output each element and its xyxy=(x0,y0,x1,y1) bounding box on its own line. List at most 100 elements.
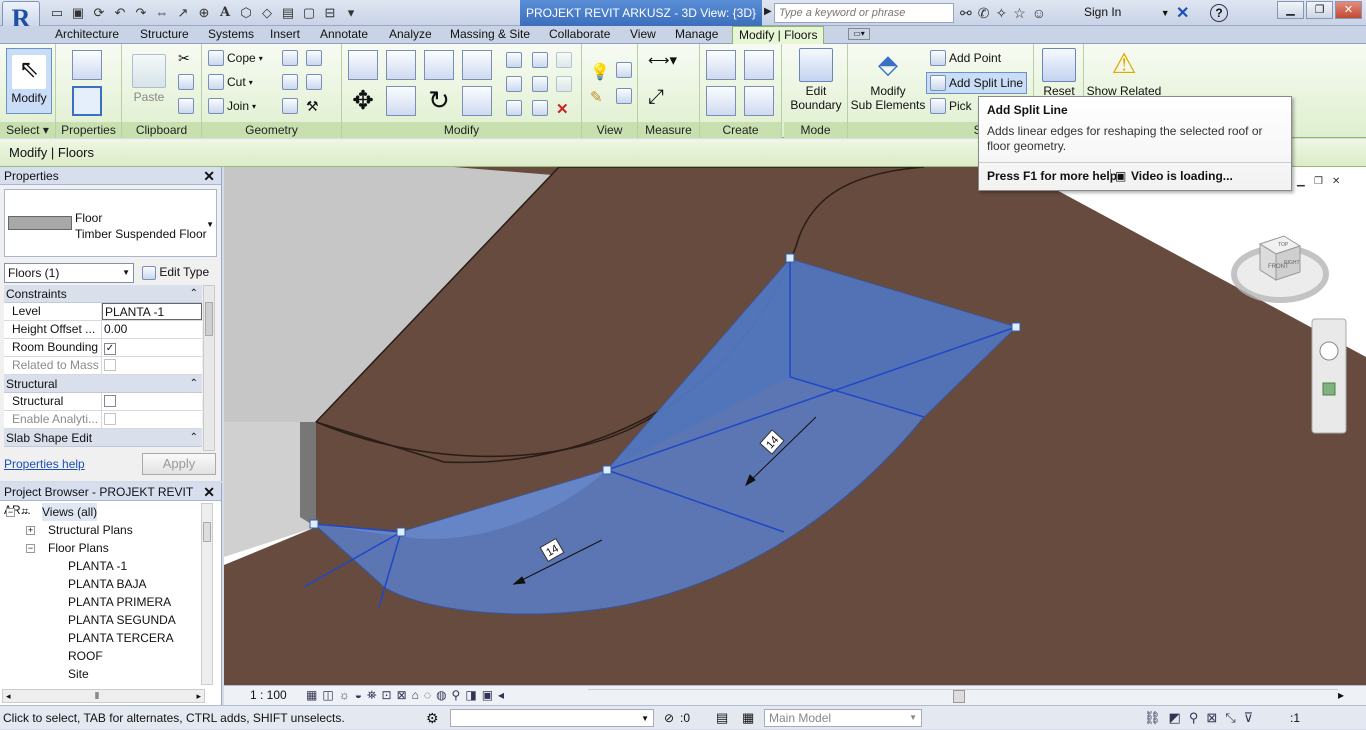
reveal-hidden-icon[interactable]: ◍ xyxy=(436,688,446,703)
beam-join-icon[interactable] xyxy=(282,98,298,114)
tab-insert[interactable]: Insert xyxy=(270,26,300,44)
show-crop-icon[interactable]: ⊠ xyxy=(397,688,407,703)
edit-boundary-button[interactable]: Edit Boundary xyxy=(786,48,846,118)
trim-extend-multiple-icon[interactable] xyxy=(532,100,548,116)
tree-plan-item[interactable]: PLANTA TERCERA xyxy=(0,629,205,647)
hammer-icon[interactable]: ⚒ xyxy=(306,98,322,114)
tree-floor-plans[interactable]: − Floor Plans xyxy=(0,539,205,557)
demolish-icon[interactable] xyxy=(306,74,322,90)
workset-select[interactable]: ▼ xyxy=(450,709,654,727)
restore-button[interactable]: ❐ xyxy=(1306,1,1333,19)
redo-icon[interactable]: ↷ xyxy=(132,4,150,22)
binoculars-icon[interactable]: ⚯ xyxy=(960,4,972,22)
add-split-line-button[interactable]: Add Split Line xyxy=(926,72,1028,94)
worksets-icon[interactable]: ⚙ xyxy=(426,706,439,730)
group-slab-shape-edit[interactable]: Slab Shape Edit ⌃ xyxy=(4,429,202,447)
customize-qat-icon[interactable]: ▾ xyxy=(342,4,360,22)
3d-viewport[interactable]: 14 14 FRONT RIGHT TOP ▁ ❐ ✕ xyxy=(224,167,1366,685)
view-horizontal-scrollbar[interactable] xyxy=(588,689,1338,703)
select-pinned-icon[interactable]: ⚲ xyxy=(1189,706,1199,730)
user-icon[interactable]: ☺ xyxy=(1032,4,1046,22)
tab-systems[interactable]: Systems xyxy=(208,26,254,44)
tree-plan-item[interactable]: PLANTA PRIMERA xyxy=(0,593,205,611)
create-assembly-icon[interactable] xyxy=(744,86,774,116)
instance-filter-select[interactable]: Floors (1) xyxy=(4,263,134,283)
view-scroll-thumb[interactable] xyxy=(953,690,965,703)
type-selector[interactable]: Floor Timber Suspended Floor ▼ xyxy=(4,189,217,257)
trim-extend-icon[interactable] xyxy=(462,86,492,116)
room-bounding-checkbox[interactable]: ✓ xyxy=(104,343,116,355)
close-button[interactable]: ✕ xyxy=(1335,1,1362,19)
paste-button[interactable]: Paste xyxy=(128,48,170,112)
tree-plan-item[interactable]: ROOF xyxy=(0,647,205,665)
select-underlay-icon[interactable]: ◩ xyxy=(1169,706,1181,730)
favorites-icon[interactable]: ☆ xyxy=(1013,4,1026,22)
split-face-icon[interactable] xyxy=(282,50,298,66)
thin-lines-icon[interactable]: ▤ xyxy=(279,4,297,22)
panel-label-select[interactable]: Select ▾ xyxy=(0,122,55,138)
filter-icon[interactable]: ⊽ xyxy=(1244,706,1254,730)
property-row[interactable]: Level PLANTA -1 xyxy=(4,303,202,321)
browser-scrollbar[interactable] xyxy=(201,503,213,685)
paint-icon[interactable] xyxy=(306,50,322,66)
save-icon[interactable]: ▣ xyxy=(69,4,87,22)
open-icon[interactable]: ▭ xyxy=(48,4,66,22)
properties-help-link[interactable]: Properties help xyxy=(4,457,85,471)
create-group-icon[interactable] xyxy=(706,86,736,116)
array-icon[interactable] xyxy=(506,76,522,92)
default-3d-view-icon[interactable]: ⬡ xyxy=(237,4,255,22)
analytical-model-icon[interactable]: ⚲ xyxy=(452,688,461,703)
select-links-icon[interactable]: ⛓ xyxy=(1144,706,1161,730)
properties-toggle-icon[interactable] xyxy=(72,86,102,116)
split-element-icon[interactable] xyxy=(506,52,522,68)
tree-structural-plans[interactable]: + Structural Plans xyxy=(0,521,205,539)
close-hidden-windows-icon[interactable]: ▢ xyxy=(300,4,318,22)
tree-plan-item[interactable]: PLANTA SEGUNDA xyxy=(0,611,205,629)
communication-center-icon[interactable]: ✆ xyxy=(978,4,990,22)
sign-in-button[interactable]: Sign In ▼ xyxy=(1084,5,1170,19)
height-offset-value[interactable]: 0.00 xyxy=(102,321,202,338)
select-by-face-icon[interactable]: ⊠ xyxy=(1206,706,1217,730)
tree-plan-item[interactable]: PLANTA BAJA xyxy=(0,575,205,593)
view-scale[interactable]: 1 : 100 xyxy=(250,688,287,702)
browser-horizontal-scrollbar[interactable]: ◂ ⦀ ▸ xyxy=(2,689,205,703)
nudge-icon[interactable] xyxy=(556,52,572,68)
split-gap-icon[interactable] xyxy=(556,76,572,92)
property-row[interactable]: Height Offset ... 0.00 xyxy=(4,321,202,339)
tree-plan-item[interactable]: Site xyxy=(0,665,205,683)
properties-scrollbar[interactable] xyxy=(203,285,215,451)
temporary-hide-icon[interactable]: ◌ xyxy=(424,688,431,703)
tab-manage[interactable]: Manage xyxy=(675,26,718,44)
property-row[interactable]: Structural xyxy=(4,393,202,411)
scroll-left-icon[interactable]: ◂ xyxy=(498,688,504,703)
tab-architecture[interactable]: Architecture xyxy=(55,26,119,44)
modify-sub-elements-button[interactable]: ⬘ Modify Sub Elements xyxy=(850,48,926,118)
linework-icon[interactable] xyxy=(616,88,632,104)
design-options-icon[interactable]: ▤ xyxy=(716,706,728,730)
pick-supports-button[interactable]: Pick xyxy=(930,98,972,114)
detail-level-icon[interactable]: ▦ xyxy=(306,688,317,703)
paintbrush-icon[interactable]: ✎ xyxy=(590,88,606,106)
text-icon[interactable]: A xyxy=(216,4,234,22)
rotate-icon[interactable]: ↻ xyxy=(424,86,454,116)
group-constraints[interactable]: Constraints ⌃ xyxy=(4,285,202,303)
undo-icon[interactable]: ↶ xyxy=(111,4,129,22)
highlight-displacement-icon[interactable]: ◨ xyxy=(465,688,476,703)
cope-button[interactable]: Cope ▾ xyxy=(208,50,263,66)
level-value[interactable]: PLANTA -1 xyxy=(102,303,202,320)
active-only-icon[interactable]: ▦ xyxy=(742,706,754,730)
aligned-dimension-ribbon-icon[interactable]: ⤢ xyxy=(648,86,682,112)
mirror-draw-icon[interactable] xyxy=(462,50,492,80)
offset-icon[interactable] xyxy=(386,50,416,80)
structural-checkbox[interactable] xyxy=(104,395,116,407)
create-parts-icon[interactable] xyxy=(706,50,736,80)
mirror-axis-icon[interactable] xyxy=(424,50,454,80)
scale-icon[interactable] xyxy=(506,100,522,116)
tag-icon[interactable]: ⊕ xyxy=(195,4,213,22)
constraints-icon[interactable]: ▣ xyxy=(482,688,493,703)
copy-element-icon[interactable] xyxy=(386,86,416,116)
modify-button[interactable]: ⇖ Modify xyxy=(6,48,52,114)
edit-type-button[interactable]: Edit Type xyxy=(142,265,209,280)
apply-button[interactable]: Apply xyxy=(142,453,216,475)
tree-views-all[interactable]: − ⌗ Views (all) xyxy=(0,503,205,521)
